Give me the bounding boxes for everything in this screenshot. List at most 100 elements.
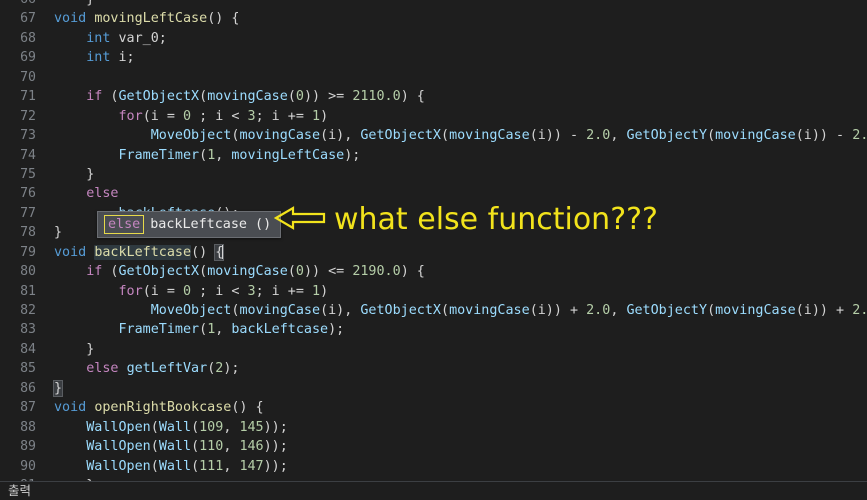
code-line[interactable]: 81 for(i = 0 ; i < 3; i += 1) [0, 282, 867, 301]
code-token: void [54, 244, 95, 260]
code-line-text: if (GetObjectX(movingCase(0)) >= 2110.0)… [54, 87, 425, 106]
code-token: GetObjectY [626, 128, 708, 144]
code-token: ); [223, 361, 240, 377]
line-number: 69 [20, 50, 36, 66]
tooltip-signature: backLeftcase () [150, 217, 272, 232]
code-line[interactable]: 74 FrameTimer(1, movingLeftCase); [0, 146, 867, 165]
line-number: 87 [20, 400, 36, 416]
code-line[interactable]: 72 for(i = 0 ; i < 3; i += 1) [0, 107, 867, 126]
code-line[interactable]: 76 else [0, 184, 867, 203]
code-line[interactable]: 87 void openRightBookcase() { [0, 398, 867, 417]
line-number: 83 [20, 322, 36, 338]
code-lines-container[interactable]: 66 }67void movingLeftCase() {68 int var_… [0, 0, 867, 482]
line-number: 85 [20, 361, 36, 377]
line-number: 86 [20, 380, 36, 396]
code-line-text: FrameTimer(1, backLeftcase); [54, 320, 345, 339]
code-line[interactable]: 80 if (GetObjectX(movingCase(0)) <= 2190… [0, 262, 867, 281]
code-token: ); [344, 147, 361, 163]
code-token: (i)) + [529, 303, 587, 318]
code-token: ( [191, 419, 200, 435]
line-number: 74 [20, 147, 36, 163]
code-line-text: else getLeftVar(2); [54, 359, 239, 378]
code-token: 110 [199, 439, 224, 455]
code-token: 0 [183, 283, 192, 299]
line-number: 78 [20, 225, 36, 241]
code-token: GetObjectX [118, 264, 200, 280]
line-number: 88 [20, 419, 36, 435]
code-line[interactable]: 84 } [0, 340, 867, 359]
code-token: Wall [158, 458, 192, 474]
code-line-text: else [54, 184, 119, 203]
line-number: 89 [20, 439, 36, 455]
line-number: 81 [20, 283, 36, 299]
line-number: 66 [0, 0, 36, 9]
code-token: movingCase [449, 128, 530, 144]
code-line[interactable]: 69 int i; [0, 48, 867, 67]
code-token: () [191, 244, 216, 260]
code-line[interactable]: 70 [0, 68, 867, 87]
code-line-text: void movingLeftCase() { [54, 9, 239, 28]
code-line[interactable]: 71 if (GetObjectX(movingCase(0)) >= 2110… [0, 87, 867, 106]
code-token: (i), [320, 128, 361, 144]
code-token: 2.0 [852, 128, 867, 144]
code-token: ( [441, 303, 450, 318]
code-token: else [86, 186, 119, 202]
code-token: } [54, 341, 95, 357]
code-token: )); [263, 439, 288, 455]
code-line[interactable]: 68 int var_0; [0, 29, 867, 48]
code-token: GetObjectX [360, 128, 441, 144]
app-window: 66 }67void movingLeftCase() {68 int var_… [0, 0, 867, 500]
code-token: ( [707, 303, 716, 318]
code-token: , [215, 322, 232, 338]
code-line[interactable]: 86} [0, 379, 867, 398]
code-token: WallOpen [86, 419, 151, 435]
code-token: var_0; [118, 30, 167, 46]
code-token: FrameTimer [118, 322, 200, 338]
code-token: ( [707, 128, 716, 144]
code-token: )) >= [303, 89, 353, 105]
code-token: WallOpen [86, 439, 151, 455]
code-line[interactable]: 79 void backLeftcase() { [0, 243, 867, 262]
line-number: 82 [20, 303, 36, 318]
code-token: ( [199, 264, 208, 280]
code-token: ( [287, 89, 296, 105]
line-number: 79 [20, 244, 36, 260]
code-line[interactable]: 83 FrameTimer(1, backLeftcase); [0, 320, 867, 339]
code-token: )); [263, 419, 288, 435]
code-token: movingCase [449, 303, 530, 318]
code-token: , [223, 439, 240, 455]
code-token: Wall [158, 419, 192, 435]
output-panel[interactable]: 출력 [0, 482, 867, 500]
code-line[interactable]: 82 MoveObject(movingCase(i), GetObjectX(… [0, 301, 867, 320]
code-line-text: } [52, 379, 64, 398]
code-line[interactable]: 67 void movingLeftCase() { [0, 9, 867, 28]
code-line[interactable]: 73 MoveObject(movingCase(i), GetObjectX(… [0, 126, 867, 145]
line-number: 76 [20, 186, 36, 202]
line-number: 68 [20, 30, 36, 46]
code-token: 146 [239, 439, 264, 455]
code-line-text: int i; [54, 48, 134, 67]
code-line[interactable]: 89 WallOpen(Wall(110, 146)); [0, 437, 867, 456]
code-editor[interactable]: 66 }67void movingLeftCase() {68 int var_… [0, 0, 867, 482]
code-line[interactable]: 85 else getLeftVar(2); [0, 359, 867, 378]
code-line[interactable]: 66 } [0, 0, 867, 9]
code-token: ( [191, 458, 200, 474]
code-line[interactable]: 75 } [0, 165, 867, 184]
code-token: 1 [312, 283, 321, 299]
code-token: for [118, 283, 143, 299]
code-token: () { [231, 400, 264, 416]
code-token: )); [263, 458, 288, 474]
code-token: int [86, 30, 119, 46]
code-line-text: for(i = 0 ; i < 3; i += 1) [54, 107, 329, 126]
line-number: 71 [20, 89, 36, 105]
code-line[interactable]: 88 WallOpen(Wall(109, 145)); [0, 418, 867, 437]
code-line[interactable]: 90 WallOpen(Wall(111, 147)); [0, 457, 867, 476]
code-token: GetObjectX [360, 303, 441, 318]
